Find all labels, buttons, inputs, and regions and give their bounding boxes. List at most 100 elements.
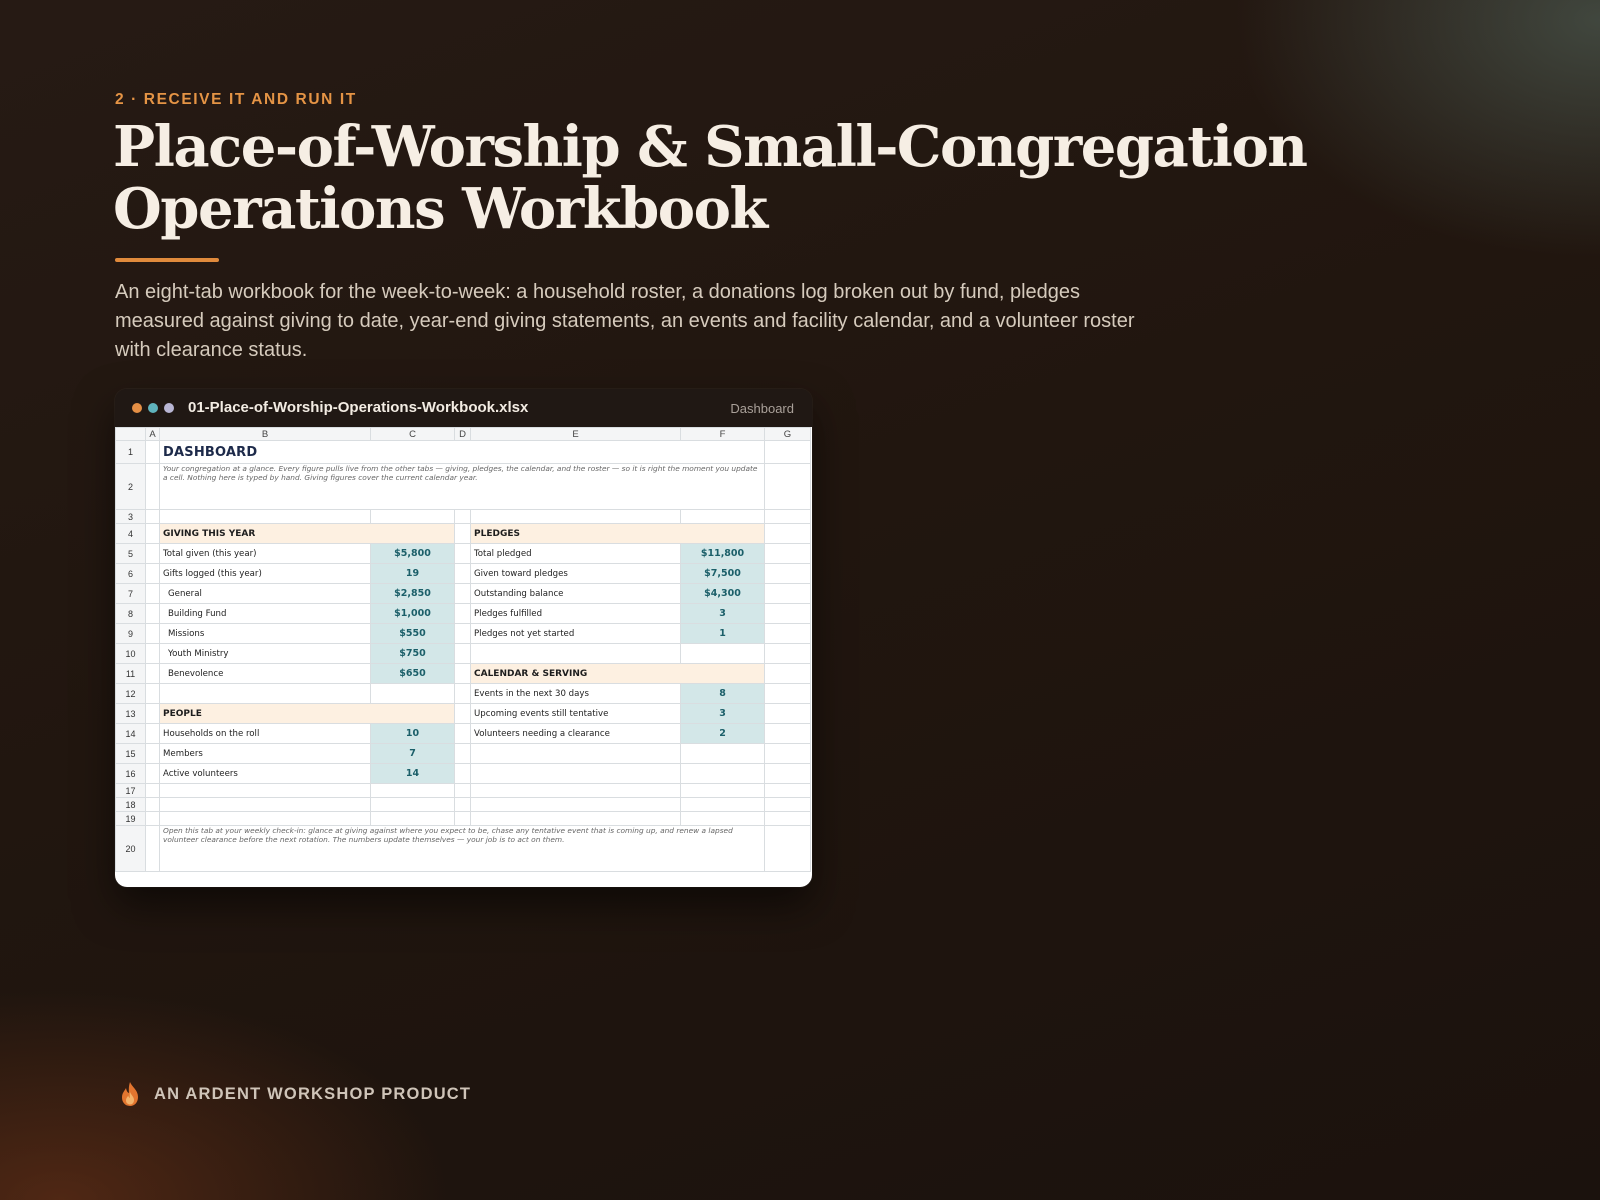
cell[interactable] bbox=[680, 763, 765, 784]
cell[interactable] bbox=[764, 603, 811, 624]
metric-value[interactable]: $550 bbox=[370, 623, 455, 644]
metric-label[interactable]: Building Fund bbox=[159, 603, 371, 624]
section-heading-pledges[interactable]: PLEDGES bbox=[470, 523, 765, 544]
metric-label[interactable]: Missions bbox=[159, 623, 371, 644]
cell[interactable] bbox=[145, 509, 160, 524]
cell[interactable] bbox=[454, 643, 471, 664]
cell[interactable] bbox=[454, 563, 471, 584]
cell[interactable] bbox=[680, 811, 765, 826]
metric-value[interactable]: 19 bbox=[370, 563, 455, 584]
metric-label[interactable]: Households on the roll bbox=[159, 723, 371, 744]
row-number[interactable]: 10 bbox=[115, 643, 146, 664]
cell[interactable] bbox=[370, 783, 455, 798]
cell[interactable] bbox=[454, 797, 471, 812]
cell[interactable] bbox=[145, 825, 160, 872]
metric-label[interactable]: Active volunteers bbox=[159, 763, 371, 784]
minimize-dot-icon[interactable] bbox=[148, 403, 158, 413]
cell[interactable] bbox=[680, 743, 765, 764]
metric-label[interactable]: Pledges fulfilled bbox=[470, 603, 681, 624]
column-header-c[interactable]: C bbox=[370, 427, 455, 441]
cell[interactable] bbox=[159, 797, 371, 812]
cell[interactable] bbox=[145, 783, 160, 798]
metric-value[interactable]: $11,800 bbox=[680, 543, 765, 564]
row-number[interactable]: 2 bbox=[115, 463, 146, 510]
cell[interactable] bbox=[454, 543, 471, 564]
metric-value[interactable]: 2 bbox=[680, 723, 765, 744]
metric-label[interactable]: Outstanding balance bbox=[470, 583, 681, 604]
cell[interactable] bbox=[145, 543, 160, 564]
row-number[interactable]: 3 bbox=[115, 509, 146, 524]
cell[interactable] bbox=[454, 703, 471, 724]
cell[interactable] bbox=[470, 763, 681, 784]
cell[interactable] bbox=[680, 509, 765, 524]
metric-value[interactable]: 7 bbox=[370, 743, 455, 764]
cell[interactable] bbox=[145, 523, 160, 544]
column-header-b[interactable]: B bbox=[159, 427, 371, 441]
cell[interactable] bbox=[470, 783, 681, 798]
row-number[interactable]: 11 bbox=[115, 663, 146, 684]
cell[interactable] bbox=[145, 643, 160, 664]
metric-value[interactable]: 1 bbox=[680, 623, 765, 644]
metric-label[interactable]: Benevolence bbox=[159, 663, 371, 684]
cell[interactable] bbox=[764, 543, 811, 564]
cell[interactable] bbox=[680, 783, 765, 798]
maximize-dot-icon[interactable] bbox=[164, 403, 174, 413]
row-number[interactable]: 5 bbox=[115, 543, 146, 564]
metric-value[interactable]: $2,850 bbox=[370, 583, 455, 604]
row-number[interactable]: 8 bbox=[115, 603, 146, 624]
cell[interactable] bbox=[145, 723, 160, 744]
metric-label[interactable]: Youth Ministry bbox=[159, 643, 371, 664]
column-header-e[interactable]: E bbox=[470, 427, 681, 441]
metric-value[interactable]: $650 bbox=[370, 663, 455, 684]
metric-label[interactable]: Total given (this year) bbox=[159, 543, 371, 564]
cell[interactable] bbox=[764, 563, 811, 584]
section-heading-people[interactable]: PEOPLE bbox=[159, 703, 455, 724]
cell[interactable] bbox=[764, 797, 811, 812]
cell[interactable] bbox=[145, 811, 160, 826]
cell[interactable] bbox=[470, 797, 681, 812]
cell[interactable] bbox=[159, 783, 371, 798]
cell[interactable] bbox=[454, 603, 471, 624]
metric-label[interactable]: Upcoming events still tentative bbox=[470, 703, 681, 724]
metric-value[interactable]: $750 bbox=[370, 643, 455, 664]
row-number[interactable]: 18 bbox=[115, 797, 146, 812]
cell[interactable] bbox=[454, 683, 471, 704]
metric-value[interactable]: $4,300 bbox=[680, 583, 765, 604]
cell[interactable] bbox=[764, 763, 811, 784]
cell[interactable] bbox=[764, 463, 811, 510]
cell[interactable] bbox=[454, 743, 471, 764]
metric-label[interactable]: Total pledged bbox=[470, 543, 681, 564]
cell[interactable] bbox=[159, 811, 371, 826]
cell[interactable] bbox=[680, 643, 765, 664]
cell[interactable] bbox=[145, 663, 160, 684]
metric-label[interactable]: Events in the next 30 days bbox=[470, 683, 681, 704]
cell[interactable] bbox=[454, 723, 471, 744]
cell[interactable] bbox=[145, 703, 160, 724]
cell[interactable] bbox=[159, 683, 371, 704]
row-number[interactable]: 1 bbox=[115, 440, 146, 464]
cell[interactable] bbox=[454, 523, 471, 544]
column-header-f[interactable]: F bbox=[680, 427, 765, 441]
cell[interactable] bbox=[764, 663, 811, 684]
metric-value[interactable]: $5,800 bbox=[370, 543, 455, 564]
row-number[interactable]: 17 bbox=[115, 783, 146, 798]
cell[interactable] bbox=[764, 509, 811, 524]
row-number[interactable]: 12 bbox=[115, 683, 146, 704]
cell[interactable] bbox=[764, 623, 811, 644]
cell[interactable] bbox=[454, 509, 471, 524]
cell[interactable] bbox=[454, 623, 471, 644]
section-heading-calendar[interactable]: CALENDAR & SERVING bbox=[470, 663, 765, 684]
cell[interactable] bbox=[764, 440, 811, 464]
cell[interactable] bbox=[764, 523, 811, 544]
metric-label[interactable]: Given toward pledges bbox=[470, 563, 681, 584]
cell[interactable] bbox=[454, 811, 471, 826]
cell[interactable] bbox=[680, 797, 765, 812]
row-number[interactable]: 9 bbox=[115, 623, 146, 644]
column-header-g[interactable]: G bbox=[764, 427, 811, 441]
column-header-d[interactable]: D bbox=[454, 427, 471, 441]
cell[interactable] bbox=[764, 783, 811, 798]
dashboard-intro[interactable]: Your congregation at a glance. Every fig… bbox=[159, 463, 765, 510]
cell[interactable] bbox=[159, 509, 371, 524]
row-number[interactable]: 14 bbox=[115, 723, 146, 744]
cell[interactable] bbox=[764, 723, 811, 744]
